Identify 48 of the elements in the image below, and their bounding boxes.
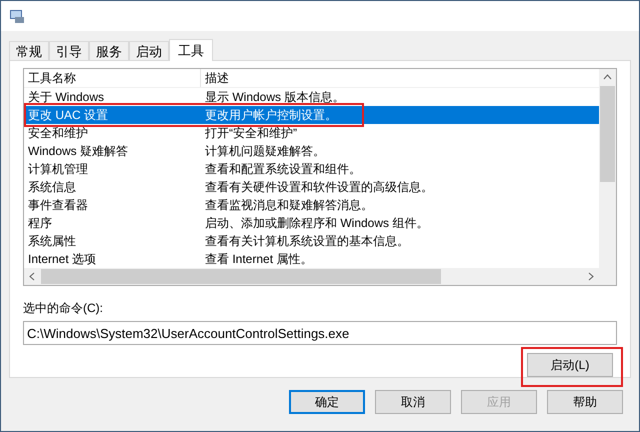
- tool-description: 查看监视消息和疑难解答消息。: [204, 197, 373, 214]
- tab[interactable]: 常规: [9, 41, 49, 60]
- tab[interactable]: 启动: [129, 41, 169, 60]
- tool-name: 系统信息: [27, 179, 77, 196]
- list-row[interactable]: 安全和维护 打开“安全和维护”: [24, 124, 599, 142]
- column-header[interactable]: 工具名称: [24, 69, 201, 87]
- tool-description: 显示 Windows 版本信息。: [204, 89, 344, 106]
- tool-name: 计算机管理: [27, 161, 89, 178]
- list-row[interactable]: 关于 Windows 显示 Windows 版本信息。: [24, 88, 599, 106]
- list-row[interactable]: 系统信息 查看有关硬件设置和软件设置的高级信息。: [24, 178, 599, 196]
- dialog-button[interactable]: 帮助: [547, 390, 623, 414]
- tool-name: Internet 选项: [27, 251, 98, 268]
- tool-description: 查看 Internet 属性。: [204, 251, 312, 268]
- tool-name: Windows 疑难解答: [27, 143, 130, 160]
- tab[interactable]: 服务: [89, 41, 129, 60]
- tool-description: 更改用户帐户控制设置。: [204, 107, 337, 124]
- tool-description: 查看有关计算机系统设置的基本信息。: [204, 233, 409, 250]
- tool-description: 启动、添加或删除程序和 Windows 组件。: [204, 215, 428, 232]
- launch-button[interactable]: 启动(L): [527, 353, 613, 377]
- list-row[interactable]: 系统属性 查看有关计算机系统设置的基本信息。: [24, 232, 599, 250]
- command-field[interactable]: C:\Windows\System32\UserAccountControlSettings.exe: [23, 321, 617, 345]
- horizontal-scrollbar[interactable]: [24, 268, 616, 285]
- list-row[interactable]: 计算机管理 查看和配置系统设置和组件。: [24, 160, 599, 178]
- tool-name: 系统属性: [27, 233, 77, 250]
- app-icon: [9, 8, 25, 24]
- vertical-scrollbar[interactable]: [599, 69, 616, 268]
- command-label: 选中的命令(C):: [23, 300, 104, 317]
- tool-description: 计算机问题疑难解答。: [204, 143, 325, 160]
- tab[interactable]: 引导: [49, 41, 89, 60]
- tool-name: 事件查看器: [27, 197, 89, 214]
- scroll-thumb[interactable]: [41, 269, 441, 284]
- scroll-thumb[interactable]: [600, 86, 615, 182]
- list-row[interactable]: 程序 启动、添加或删除程序和 Windows 组件。: [24, 214, 599, 232]
- dialog-button[interactable]: 确定: [289, 390, 365, 414]
- tool-name: 程序: [27, 215, 53, 232]
- tool-description: 查看有关硬件设置和软件设置的高级信息。: [204, 179, 433, 196]
- list-row[interactable]: 更改 UAC 设置 更改用户帐户控制设置。: [24, 106, 599, 124]
- column-header[interactable]: 描述: [201, 69, 229, 87]
- tool-description: 打开“安全和维护”: [204, 125, 297, 142]
- tool-name: 更改 UAC 设置: [27, 107, 110, 124]
- tool-name: 关于 Windows: [27, 89, 106, 106]
- tool-name: 安全和维护: [27, 125, 89, 142]
- dialog-button[interactable]: 取消: [375, 390, 451, 414]
- list-row[interactable]: 事件查看器 查看监视消息和疑难解答消息。: [24, 196, 599, 214]
- list-row[interactable]: Windows 疑难解答 计算机问题疑难解答。: [24, 142, 599, 160]
- tool-description: 查看和配置系统设置和组件。: [204, 161, 361, 178]
- list-row[interactable]: Internet 选项 查看 Internet 属性。: [24, 250, 599, 268]
- tab[interactable]: 工具: [169, 39, 213, 61]
